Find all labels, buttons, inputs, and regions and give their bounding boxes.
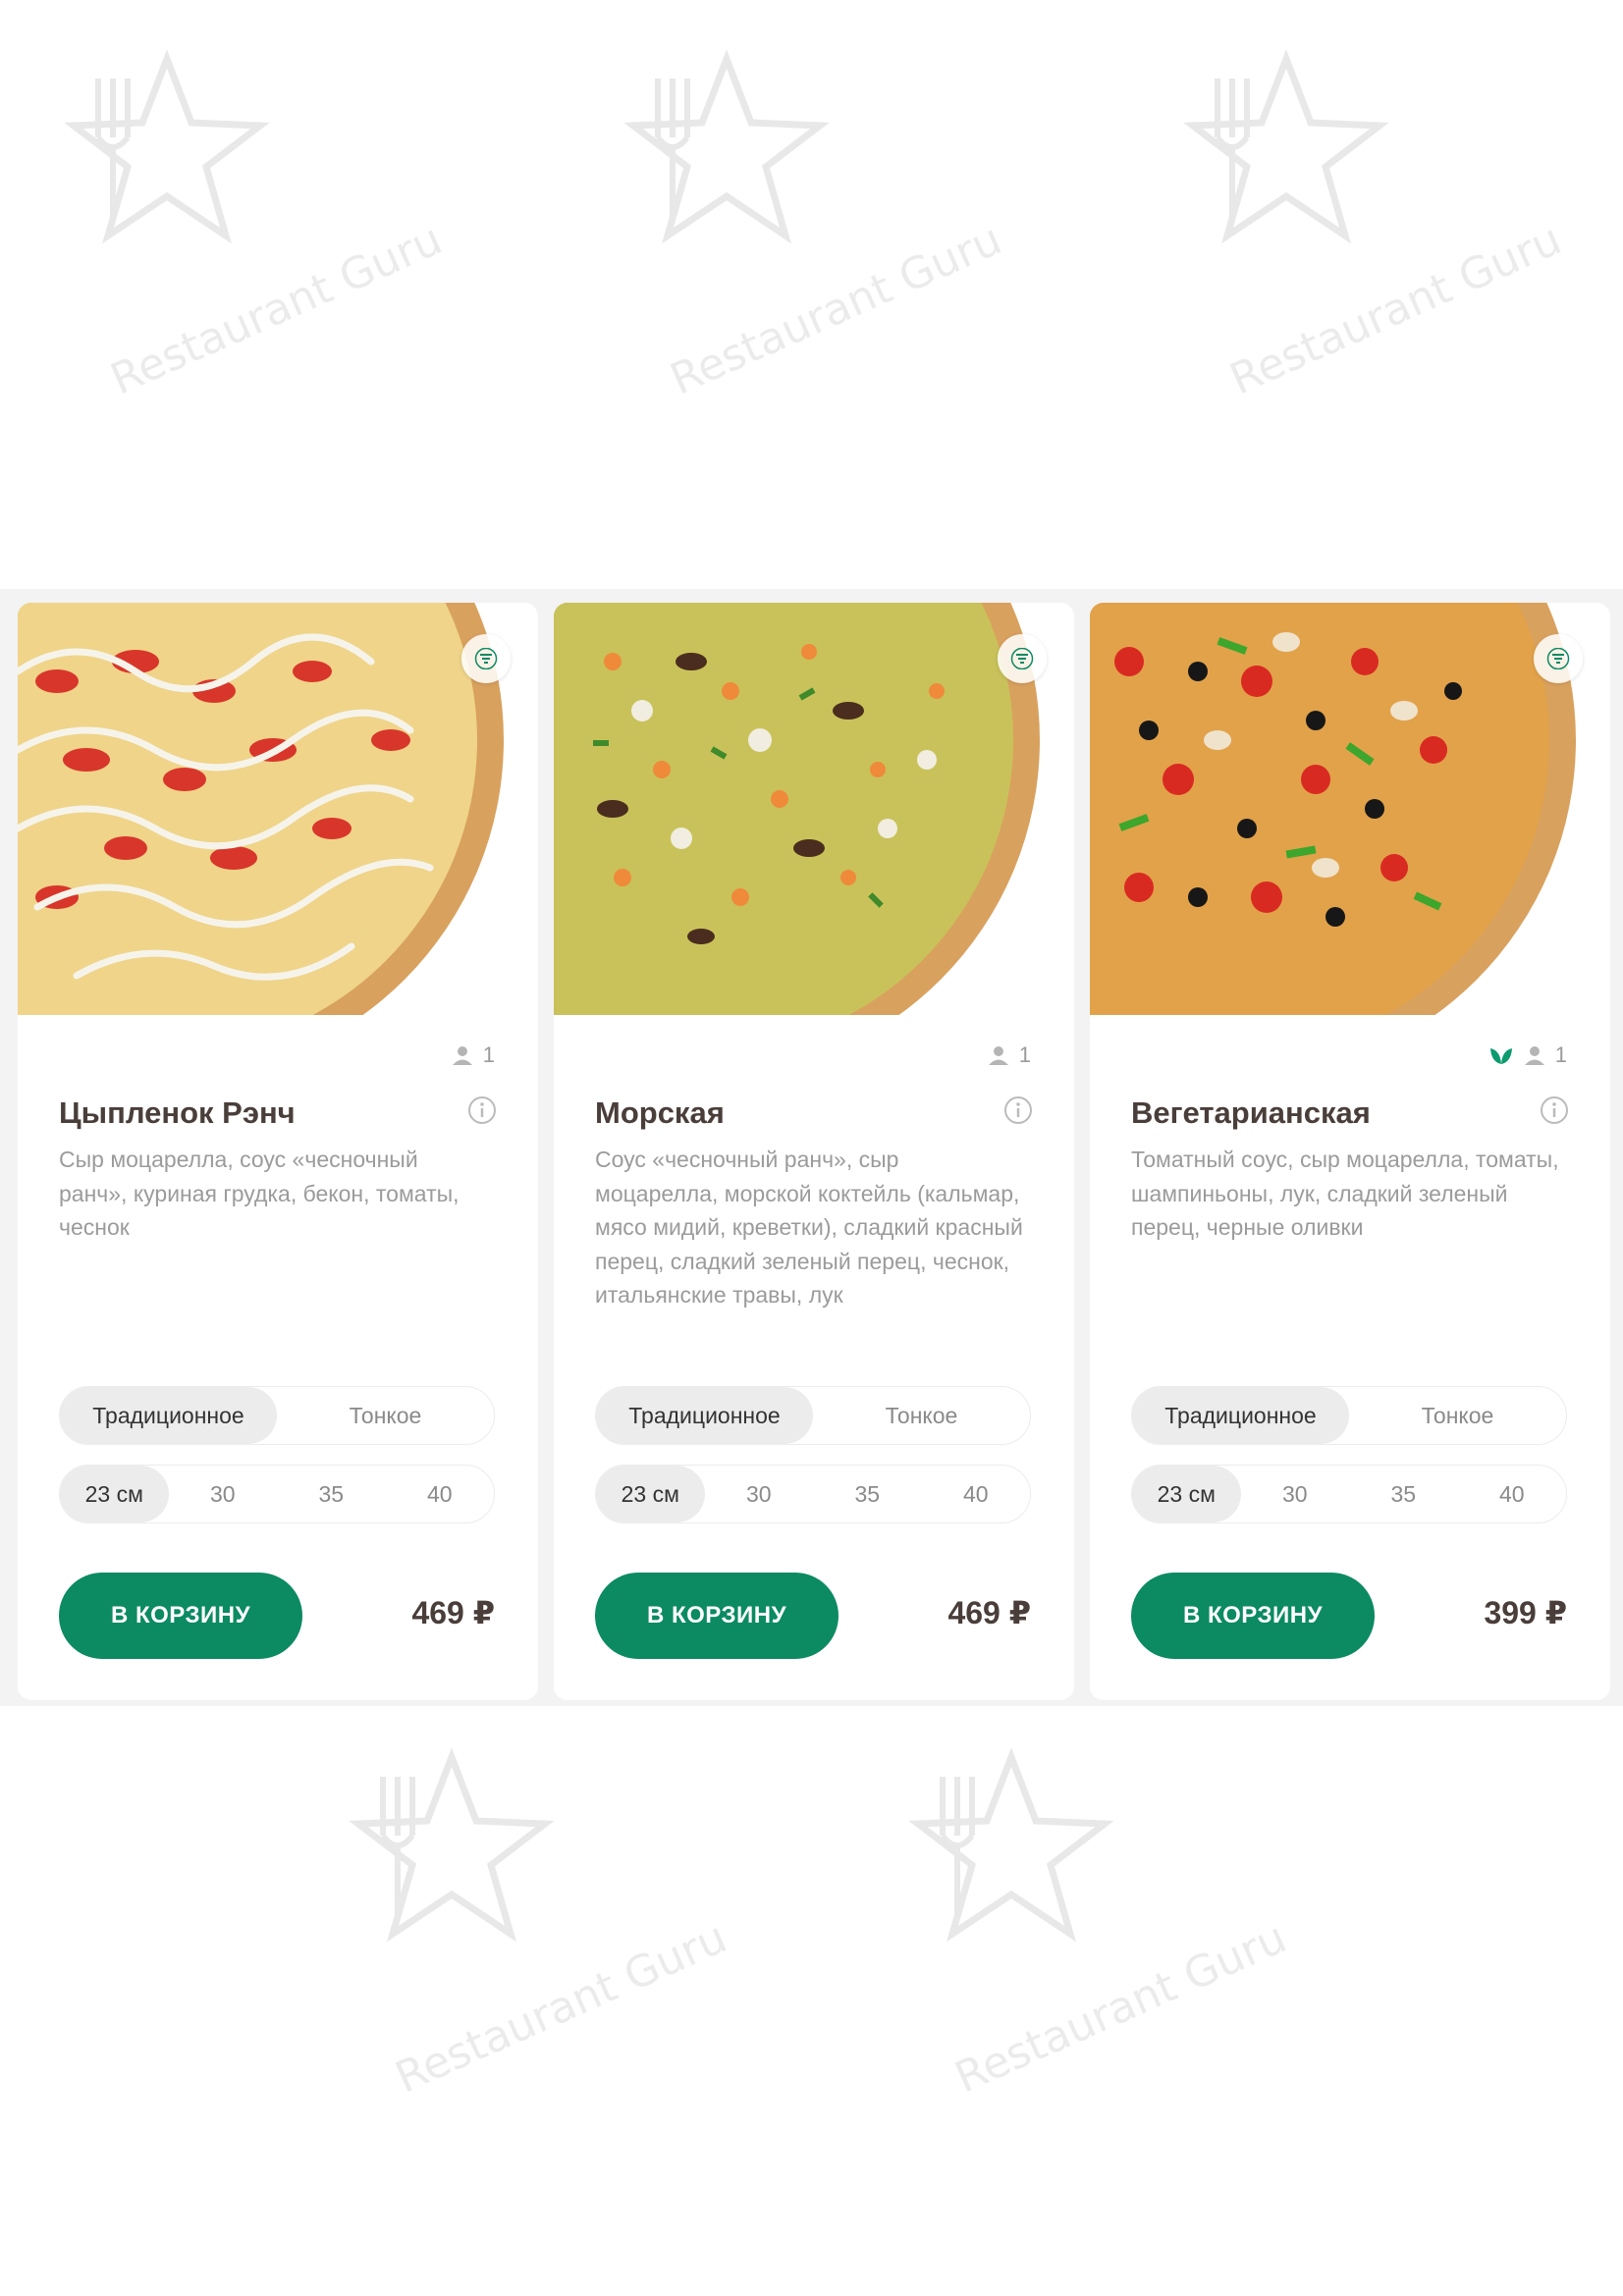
product-card: 1 Цыпленок Рэнч Сыр моцарелла, соус «чес… xyxy=(18,603,538,1700)
dough-option-traditional[interactable]: Традиционное xyxy=(1132,1387,1349,1444)
star-fork-icon xyxy=(1183,49,1389,244)
size-option-30[interactable]: 30 xyxy=(169,1466,278,1522)
watermark: Restaurant Guru xyxy=(344,1737,734,2110)
size-option-30[interactable]: 30 xyxy=(1241,1466,1350,1522)
star-fork-icon xyxy=(349,1747,555,1943)
dough-selector: Традиционное Тонкое xyxy=(59,1386,495,1445)
product-meta: 1 xyxy=(452,1042,495,1068)
size-option-40[interactable]: 40 xyxy=(922,1466,1031,1522)
product-description: Соус «чесночный ранч», сыр моцарелла, мо… xyxy=(595,1147,1023,1308)
filter-icon xyxy=(1010,648,1034,669)
filter-icon xyxy=(1546,648,1570,669)
product-description: Сыр моцарелла, соус «чесночный ранч», ку… xyxy=(59,1147,460,1240)
persons-count: 1 xyxy=(1554,1042,1567,1067)
info-icon[interactable] xyxy=(1003,1095,1033,1125)
filter-icon xyxy=(474,648,498,669)
size-selector: 23 см 30 35 40 xyxy=(59,1465,495,1523)
leaf-icon xyxy=(1489,1048,1512,1064)
size-option-40[interactable]: 40 xyxy=(386,1466,495,1522)
product-title: Вегетарианская xyxy=(1131,1095,1371,1130)
product-description: Томатный соус, сыр моцарелла, томаты, ша… xyxy=(1131,1147,1559,1240)
product-meta: 1 xyxy=(988,1042,1031,1068)
product-price: 469 ₽ xyxy=(411,1595,495,1630)
size-option-30[interactable]: 30 xyxy=(705,1466,814,1522)
persons-count: 1 xyxy=(1018,1042,1031,1067)
dough-option-traditional[interactable]: Традиционное xyxy=(596,1387,813,1444)
dough-selector: Традиционное Тонкое xyxy=(595,1386,1031,1445)
dough-option-thin[interactable]: Тонкое xyxy=(277,1387,494,1444)
product-title: Цыпленок Рэнч xyxy=(59,1095,296,1130)
size-selector: 23 см 30 35 40 xyxy=(595,1465,1031,1523)
dough-selector: Традиционное Тонкое xyxy=(1131,1386,1567,1445)
add-to-cart-button[interactable]: В КОРЗИНУ xyxy=(595,1573,839,1659)
seafood-pizza-image xyxy=(554,603,1040,1015)
dough-option-traditional[interactable]: Традиционное xyxy=(60,1387,277,1444)
size-selector: 23 см 30 35 40 xyxy=(1131,1465,1567,1523)
person-icon xyxy=(1524,1046,1544,1065)
dough-option-thin[interactable]: Тонкое xyxy=(813,1387,1030,1444)
star-fork-icon xyxy=(64,49,270,244)
persons-count: 1 xyxy=(482,1042,495,1067)
product-list: 1 Цыпленок Рэнч Сыр моцарелла, соус «чес… xyxy=(18,603,1610,1700)
add-to-cart-button[interactable]: В КОРЗИНУ xyxy=(1131,1573,1375,1659)
product-meta: 1 xyxy=(1488,1042,1567,1068)
size-option-35[interactable]: 35 xyxy=(1349,1466,1458,1522)
watermark: Restaurant Guru xyxy=(59,39,450,412)
size-option-23[interactable]: 23 см xyxy=(596,1466,705,1522)
star-fork-icon xyxy=(623,49,830,244)
product-title: Морская xyxy=(595,1095,725,1130)
size-option-35[interactable]: 35 xyxy=(813,1466,922,1522)
size-option-35[interactable]: 35 xyxy=(277,1466,386,1522)
watermark: Restaurant Guru xyxy=(1178,39,1569,412)
size-option-40[interactable]: 40 xyxy=(1458,1466,1567,1522)
filter-button[interactable] xyxy=(461,634,511,683)
dough-option-thin[interactable]: Тонкое xyxy=(1349,1387,1566,1444)
size-option-23[interactable]: 23 см xyxy=(1132,1466,1241,1522)
add-to-cart-button[interactable]: В КОРЗИНУ xyxy=(59,1573,302,1659)
person-icon xyxy=(988,1046,1008,1065)
star-fork-icon xyxy=(908,1747,1114,1943)
filter-button[interactable] xyxy=(1534,634,1583,683)
product-price: 469 ₽ xyxy=(947,1595,1031,1630)
product-card: 1 Вегетарианская Томатный соус, сыр моца… xyxy=(1090,603,1610,1700)
filter-button[interactable] xyxy=(998,634,1047,683)
pizza-image xyxy=(1090,603,1610,1015)
size-option-23[interactable]: 23 см xyxy=(60,1466,169,1522)
info-icon[interactable] xyxy=(1540,1095,1569,1125)
chicken-ranch-pizza-image xyxy=(18,603,504,1015)
watermark: Restaurant Guru xyxy=(903,1737,1294,2110)
person-icon xyxy=(452,1046,472,1065)
watermark: Restaurant Guru xyxy=(619,39,1009,412)
vegetarian-pizza-image xyxy=(1090,603,1576,1015)
pizza-image xyxy=(554,603,1074,1015)
product-price: 399 ₽ xyxy=(1484,1595,1567,1630)
pizza-image xyxy=(18,603,538,1015)
product-card: 1 Морская Соус «чесночный ранч», сыр моц… xyxy=(554,603,1074,1700)
info-icon[interactable] xyxy=(467,1095,497,1125)
